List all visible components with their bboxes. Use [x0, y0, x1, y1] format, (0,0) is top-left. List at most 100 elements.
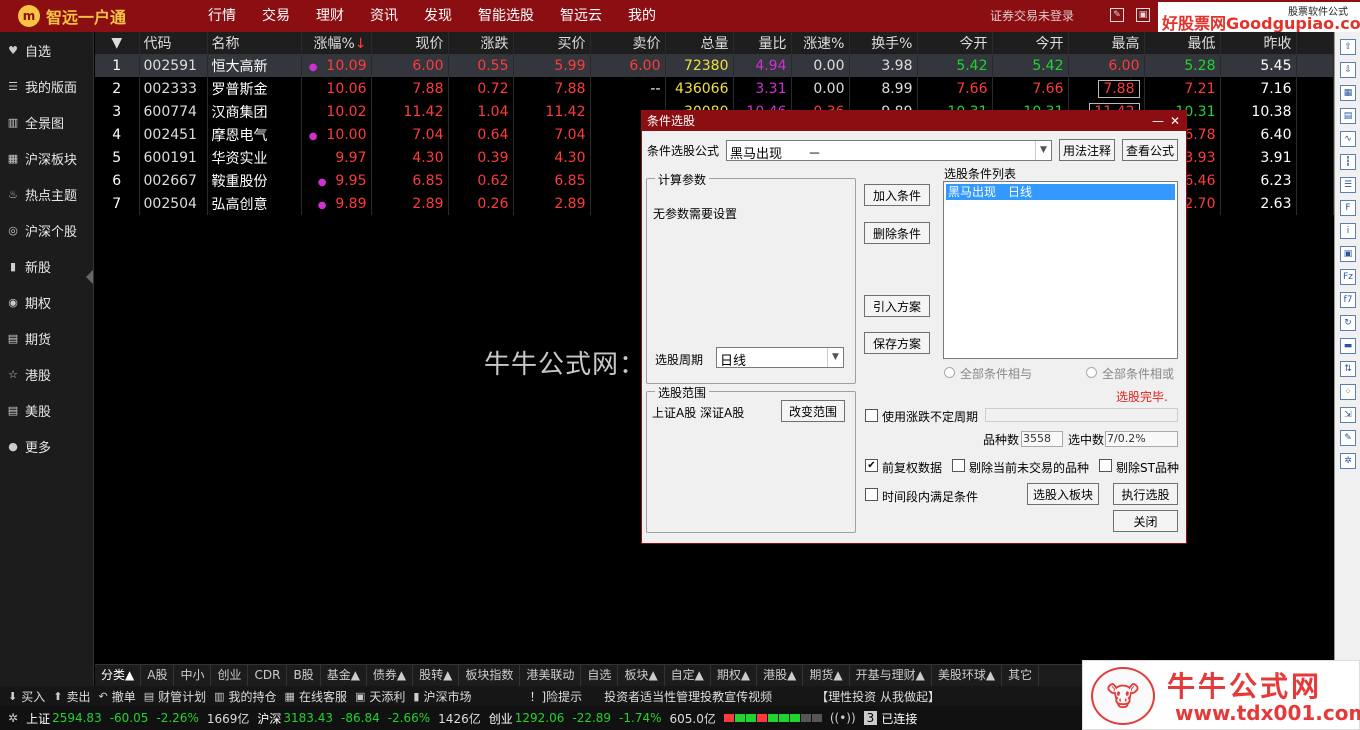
holdings-button[interactable]: ▥ 我的持仓 [214, 688, 276, 705]
col-header-low[interactable]: 最低 [1144, 32, 1221, 55]
sh-label[interactable]: 上证 [26, 710, 50, 727]
tab-sector-index[interactable]: 板块指数 [459, 665, 521, 686]
col-header-sort[interactable]: ▼ [95, 32, 140, 55]
delete-condition-button[interactable]: 删除条件 [864, 222, 930, 244]
tab-hk-us-link[interactable]: 港美联动 [520, 665, 582, 686]
tab-other[interactable]: 其它 [1002, 665, 1040, 686]
login-status[interactable]: 证券交易未登录 [990, 0, 1074, 32]
condition-list[interactable]: 黑马出现 日线 [943, 181, 1178, 359]
add-condition-button[interactable]: 加入条件 [864, 184, 930, 206]
grid-icon[interactable]: ▦ [1340, 85, 1356, 101]
tab-cdr[interactable]: CDR [248, 665, 288, 686]
add-to-block-button[interactable]: 选股入板块 [1027, 483, 1099, 505]
risk-notice[interactable]: ！]险提示 [529, 688, 582, 705]
sidebar-item-watchlist[interactable]: ♥ 自选 [0, 32, 93, 68]
tab-neeq[interactable]: 股转▲ [413, 665, 460, 686]
menu-discover[interactable]: 发现 [411, 0, 465, 32]
f7-icon[interactable]: f7 [1340, 292, 1356, 308]
formula-select[interactable]: 黑马出现 － ▼ [726, 140, 1052, 162]
col-header-prev-close[interactable]: 昨收 [1220, 32, 1297, 55]
tab-fund[interactable]: 基金▲ [321, 665, 367, 686]
col-header-change[interactable]: 涨跌 [448, 32, 514, 55]
close-button[interactable]: 关闭 [1113, 510, 1178, 532]
tab-open-fund[interactable]: 开基与理财▲ [850, 665, 932, 686]
down-arrow-icon[interactable]: ⇩ [1340, 62, 1356, 78]
sort-icon[interactable]: ⇅ [1340, 361, 1356, 377]
notebook-icon[interactable]: ✎ [1340, 430, 1356, 446]
sell-button[interactable]: ⬆ 卖出 [53, 688, 90, 705]
investor-video-link[interactable]: 投资者适当性管理投教宣传视频 [604, 688, 772, 705]
buy-button[interactable]: ⬇ 买入 [8, 688, 45, 705]
tab-watchlist[interactable]: 自选 [581, 665, 619, 686]
sidebar-item-options[interactable]: ◉ 期权 [0, 284, 93, 320]
col-header-open[interactable]: 今开 [917, 32, 993, 55]
menu-smart-pick[interactable]: 智能选股 [465, 0, 547, 32]
f10-icon[interactable]: F [1340, 200, 1356, 216]
info-icon[interactable]: i [1340, 223, 1356, 239]
table-row[interactable]: 2 002333 罗普斯金 10.06 7.88 0.72 7.88 -- 436066 3.31… [95, 77, 1334, 100]
sidebar-item-my-layout[interactable]: ☰ 我的版面 [0, 68, 93, 104]
tab-futures[interactable]: 期货▲ [803, 665, 850, 686]
col-header-change-pct[interactable]: 涨幅%↓ [301, 32, 372, 55]
line-chart-icon[interactable]: ∿ [1340, 131, 1356, 147]
col-header-speed[interactable]: 涨速% [791, 32, 850, 55]
fiz-icon[interactable]: Fz [1340, 269, 1356, 285]
tab-options[interactable]: 期权▲ [711, 665, 758, 686]
edit-icon[interactable]: ✎ [1110, 8, 1124, 22]
finance-plan-button[interactable]: ▤ 财管计划 [144, 688, 206, 705]
rational-invest-link[interactable]: 【理性投资 从我做起】 [816, 688, 940, 705]
tab-us-global[interactable]: 美股环球▲ [932, 665, 1003, 686]
tab-sector[interactable]: 板块▲ [618, 665, 665, 686]
save-plan-button[interactable]: 保存方案 [864, 332, 930, 354]
col-header-ask[interactable]: 卖价 [590, 32, 666, 55]
table-icon[interactable]: ▤ [1340, 108, 1356, 124]
menu-cloud[interactable]: 智远云 [547, 0, 615, 32]
usage-note-button[interactable]: 用法注释 [1059, 139, 1115, 161]
tab-a-share[interactable]: A股 [141, 665, 175, 686]
market-button[interactable]: ▮ 沪深市场 [413, 688, 471, 705]
sidebar-item-hk[interactable]: ☆ 港股 [0, 356, 93, 392]
all-or-radio[interactable] [1086, 367, 1097, 378]
tab-sme[interactable]: 中小 [174, 665, 212, 686]
all-and-radio[interactable] [944, 367, 955, 378]
menu-mine[interactable]: 我的 [615, 0, 669, 32]
app-logo[interactable]: m 智远一户通 [0, 4, 195, 28]
run-pick-button[interactable]: 执行选股 [1113, 483, 1178, 505]
sidebar-item-futures[interactable]: ▤ 期货 [0, 320, 93, 356]
col-header-code[interactable]: 代码 [139, 32, 208, 55]
tab-gem[interactable]: 创业 [211, 665, 249, 686]
tab-hk[interactable]: 港股▲ [757, 665, 804, 686]
menu-trade[interactable]: 交易 [249, 0, 303, 32]
tiantianli-button[interactable]: ▣ 天添利 [355, 688, 405, 705]
import-plan-button[interactable]: 引入方案 [864, 295, 930, 317]
sidebar-item-ipo[interactable]: ▮ 新股 [0, 248, 93, 284]
minimize-icon[interactable]: — [1152, 111, 1164, 131]
col-header-high[interactable]: 最高 [1068, 32, 1145, 55]
col-header-turnover[interactable]: 换手% [849, 32, 918, 55]
col-header-name[interactable]: 名称 [207, 32, 302, 55]
period-select[interactable]: 日线 ▼ [716, 347, 844, 369]
document-icon[interactable]: ▣ [1340, 246, 1356, 262]
menu-news[interactable]: 资讯 [357, 0, 411, 32]
col-header-bid[interactable]: 买价 [513, 32, 591, 55]
list-item[interactable]: 黑马出现 日线 [946, 184, 1175, 200]
box-icon[interactable]: ▣ [1136, 8, 1150, 22]
col-header-price[interactable]: 现价 [371, 32, 449, 55]
dialog-title-bar[interactable]: 条件选股 — ✕ [642, 111, 1186, 131]
gear-icon[interactable]: ✲ [1340, 453, 1356, 469]
tab-category[interactable]: 分类▲ [95, 665, 142, 686]
folder-icon[interactable]: ▬ [1340, 338, 1356, 354]
online-service-button[interactable]: ▦ 在线客服 [285, 688, 347, 705]
exclude-st-checkbox[interactable] [1099, 459, 1112, 472]
col-header-open-2[interactable]: 今开 [992, 32, 1069, 55]
change-range-button[interactable]: 改变范围 [781, 400, 845, 422]
sidebar-item-stocks[interactable]: ◎ 沪深个股 [0, 212, 93, 248]
collapse-arrow-icon[interactable] [86, 270, 93, 284]
menu-finance[interactable]: 理财 [303, 0, 357, 32]
cy-label[interactable]: 创业 [489, 710, 513, 727]
table-row[interactable]: 1 002591 恒大高新 ● 10.09 6.00 0.55 5.99 6.00 72380 4… [95, 54, 1334, 77]
sidebar-item-sectors[interactable]: ▦ 沪深板块 [0, 140, 93, 176]
cancel-order-button[interactable]: ↶ 撤单 [98, 688, 135, 705]
tab-bond[interactable]: 债券▲ [367, 665, 414, 686]
sidebar-item-hot-topics[interactable]: ♨ 热点主题 [0, 176, 93, 212]
